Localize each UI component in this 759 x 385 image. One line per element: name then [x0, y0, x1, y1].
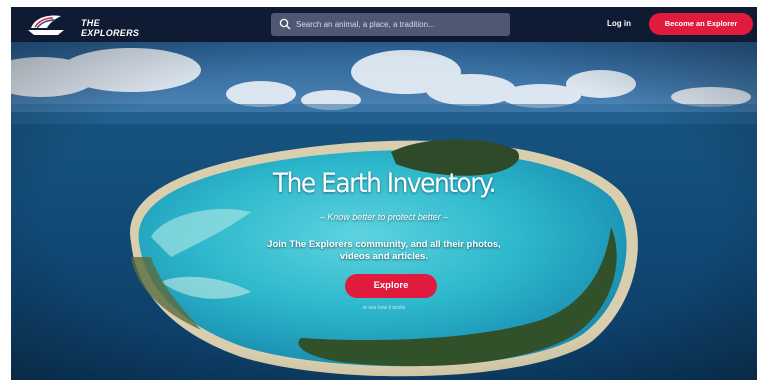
search-icon [279, 18, 291, 30]
search-bar[interactable] [271, 13, 510, 36]
hero-description-line2: videos and articles. [339, 251, 429, 262]
hero-image [11, 42, 757, 380]
logo-text: THE EXPLORERS [81, 18, 139, 38]
how-it-works-link[interactable]: or see how it works [11, 305, 757, 311]
search-input[interactable] [296, 13, 501, 36]
logo[interactable]: THE EXPLORERS [25, 12, 139, 38]
logo-line-the: THE [81, 18, 100, 28]
logo-ship-icon [28, 15, 64, 35]
top-navbar: THE EXPLORERS Log in Become an Explorer [11, 7, 757, 42]
explore-button[interactable]: Explore [345, 274, 437, 298]
logo-line-explorers: EXPLORERS [81, 28, 140, 38]
hero-description: Join The Explorers community, and all th… [11, 239, 757, 263]
hero-description-line1: Join The Explorers community, and all th… [267, 239, 501, 250]
become-explorer-button[interactable]: Become an Explorer [649, 13, 753, 35]
login-link[interactable]: Log in [607, 19, 631, 28]
page-frame: THE EXPLORERS Log in Become an Explorer … [11, 7, 757, 380]
hero-tagline: – Know better to protect better – [319, 212, 449, 222]
hero-title: The Earth Inventory. [272, 168, 497, 199]
